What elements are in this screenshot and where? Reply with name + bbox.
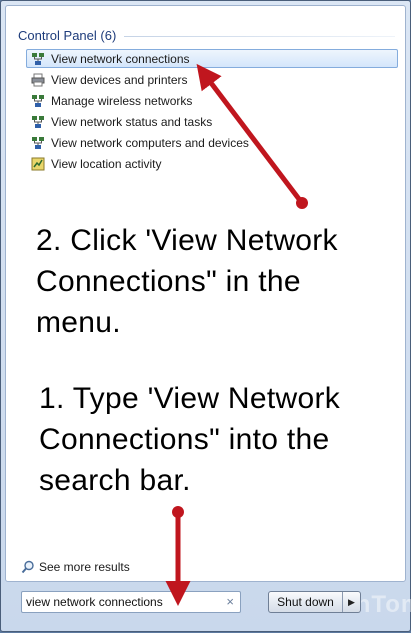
arrow-to-menu-item [196,63,308,209]
start-menu-frame: Control Panel (6) View network connectio… [0,0,411,632]
arrow-to-search-box [165,506,191,606]
annotation-arrows [165,63,308,606]
